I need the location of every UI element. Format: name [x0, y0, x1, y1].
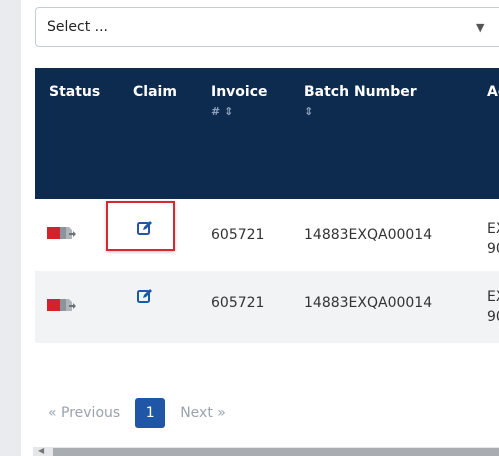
sort-icon[interactable]: ⇕: [304, 102, 417, 122]
pagination: « Previous 1 Next »: [48, 398, 226, 428]
previous-page-link[interactable]: « Previous: [48, 405, 120, 421]
edit-icon[interactable]: [133, 285, 157, 307]
batch-number-cell: 14883EXQA00014: [304, 227, 433, 243]
horizontal-scrollbar[interactable]: ◀: [33, 446, 499, 456]
address-line-1: EX(: [487, 221, 499, 237]
page-1-button[interactable]: 1: [135, 398, 166, 428]
column-header-invoice-label: Invoice: [211, 84, 268, 100]
next-page-link[interactable]: Next »: [180, 405, 226, 421]
chevron-down-icon[interactable]: ▼: [476, 21, 484, 34]
content-panel: Select ... ▼ Status Claim Invoice # ⇕ Ba…: [21, 0, 499, 456]
batch-number-cell: 14883EXQA00014: [304, 295, 433, 311]
column-header-address[interactable]: Ad: [487, 82, 499, 102]
status-transfer-icon: [47, 299, 76, 311]
column-header-batch-number[interactable]: Batch Number ⇕: [304, 82, 417, 122]
table-row: 605721 14883EXQA00014 EX( 90(: [35, 271, 499, 343]
table-header: Status Claim Invoice # ⇕ Batch Number ⇕ …: [35, 68, 499, 199]
scroll-left-icon[interactable]: ◀: [38, 446, 44, 455]
address-line-2: 90(: [487, 309, 499, 325]
table-row: 605721 14883EXQA00014 EX( 90(: [35, 199, 499, 271]
claims-table: Status Claim Invoice # ⇕ Batch Number ⇕ …: [35, 68, 499, 343]
filter-select[interactable]: Select ... ▼: [35, 7, 499, 47]
invoice-cell: 605721: [211, 227, 265, 243]
address-line-2: 90(: [487, 241, 499, 257]
column-header-batch-label: Batch Number: [304, 84, 417, 100]
column-header-status[interactable]: Status: [49, 82, 100, 102]
column-header-invoice[interactable]: Invoice # ⇕: [211, 82, 268, 122]
status-transfer-icon: [47, 227, 76, 239]
address-line-1: EX(: [487, 289, 499, 305]
filter-select-value: Select ...: [47, 19, 108, 35]
scrollbar-thumb[interactable]: [53, 448, 499, 456]
edit-icon[interactable]: [133, 217, 157, 239]
invoice-cell: 605721: [211, 295, 265, 311]
column-header-claim[interactable]: Claim: [133, 82, 177, 102]
sort-icon[interactable]: # ⇕: [211, 102, 268, 122]
address-cell: EX( 90(: [487, 287, 499, 327]
address-cell: EX( 90(: [487, 219, 499, 259]
